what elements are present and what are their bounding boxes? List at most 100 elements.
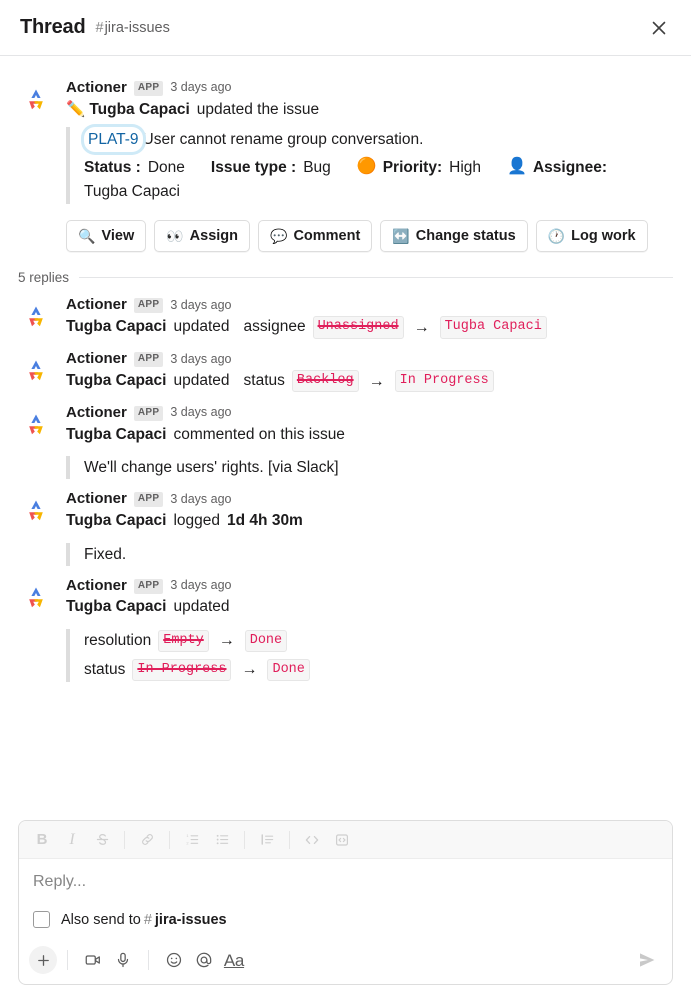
also-send-channel: jira-issues [154, 911, 227, 928]
new-value-chip: Done [267, 658, 310, 681]
breadcrumb-channel[interactable]: # jira-issues [95, 20, 169, 36]
issue-key-link[interactable]: PLAT-9 [84, 127, 143, 153]
app-badge: APP [133, 578, 164, 594]
message-header: Actioner APP 3 days ago [66, 351, 673, 368]
app-badge: APP [133, 405, 164, 421]
timestamp[interactable]: 3 days ago [170, 492, 231, 507]
send-icon[interactable] [632, 946, 662, 974]
reply-message: Actioner APP 3 days ago Tugba Capaci upd… [18, 341, 673, 393]
issue-fields: Status : Done Issue type : Bug 🟠 Priorit… [84, 155, 673, 179]
toolbar-separator [124, 830, 125, 849]
actor-name: Tugba Capaci [66, 372, 167, 390]
log-work-button-label: Log work [571, 227, 636, 244]
assign-button[interactable]: 👀 Assign [154, 219, 250, 253]
app-badge: APP [133, 492, 164, 508]
field-name: resolution [84, 632, 152, 650]
slack-thread-panel: Thread # jira-issues Actioner APP 3 days… [0, 0, 691, 999]
reply-text: Tugba Capaci commented on this issue [66, 424, 673, 447]
actioner-logo-avatar [18, 82, 54, 118]
issue-title-row: PLAT-9 User cannot rename group conversat… [84, 127, 673, 153]
comment-button[interactable]: 💬 Comment [258, 219, 373, 253]
assignee-name: Tugba Capaci [84, 183, 180, 201]
author-name[interactable]: Actioner [66, 79, 127, 97]
view-button-label: View [101, 227, 135, 244]
actor-name: Tugba Capaci [89, 100, 190, 118]
author-name[interactable]: Actioner [66, 491, 127, 508]
bulleted-list-icon[interactable] [207, 827, 237, 853]
code-icon[interactable] [297, 827, 327, 853]
author-name[interactable]: Actioner [66, 577, 127, 595]
timestamp[interactable]: 3 days ago [170, 352, 231, 367]
view-button[interactable]: 🔍 View [66, 219, 147, 253]
issue-field-assignee: 👤 Assignee: [507, 155, 607, 179]
field-name: status [243, 372, 285, 390]
verb: updated [173, 598, 230, 616]
strikethrough-icon[interactable] [87, 827, 117, 853]
app-badge: APP [133, 351, 164, 367]
left-right-arrow-icon: ↔️ [392, 227, 410, 244]
actioner-logo-avatar [18, 493, 54, 529]
message-composer: B I 1 2 Reply... Also send to # jira-iss… [18, 820, 673, 985]
pencil-icon: ✏️ [66, 101, 86, 119]
reply-input[interactable]: Reply... [33, 873, 658, 891]
arrow-icon: → [413, 318, 430, 336]
worklog-quote: Fixed. [66, 542, 673, 566]
text-format-icon[interactable]: Aa [219, 946, 249, 974]
blockquote-icon[interactable] [252, 827, 282, 853]
toolbar-separator [289, 830, 290, 849]
change-row: resolution Empty → Done [84, 629, 673, 653]
composer-box: B I 1 2 Reply... Also send to # jira-iss… [18, 820, 673, 985]
issue-summary: User cannot rename group conversation. [142, 131, 424, 149]
video-icon[interactable] [78, 946, 108, 974]
issue-attachment: PLAT-9 User cannot rename group conversat… [66, 127, 673, 204]
orange-circle-icon: 🟠 [356, 158, 377, 176]
composer-bottom-bar: Aa [19, 938, 672, 984]
bold-icon[interactable]: B [27, 827, 57, 853]
bottom-bar-separator [148, 950, 149, 970]
issue-field-type: Issue type : Bug [211, 156, 331, 179]
old-value-chip: In Progress [132, 658, 232, 681]
reply-body: Actioner APP 3 days ago Tugba Capaci upd… [66, 577, 673, 682]
actor-name: Tugba Capaci [66, 318, 167, 336]
reply-text: Tugba Capaci updated assignee Unassigned… [66, 316, 673, 339]
assign-button-label: Assign [189, 227, 238, 244]
log-work-button[interactable]: 🕐 Log work [535, 219, 648, 253]
eyes-icon: 👀 [166, 227, 184, 244]
change-row: status In Progress → Done [84, 658, 673, 682]
microphone-icon[interactable] [108, 946, 138, 974]
reply-input-area[interactable]: Reply... [19, 859, 672, 895]
also-send-checkbox[interactable] [33, 911, 50, 928]
timestamp[interactable]: 3 days ago [170, 578, 231, 593]
reply-text: Tugba Capaci logged 1d 4h 30m [66, 510, 673, 533]
timestamp[interactable]: 3 days ago [170, 81, 231, 95]
verb: commented on this issue [173, 425, 345, 443]
author-name[interactable]: Actioner [66, 351, 127, 368]
timestamp[interactable]: 3 days ago [170, 298, 231, 313]
code-block-icon[interactable] [327, 827, 357, 853]
comment-quote: We'll change users' rights. [via Slack] [66, 456, 673, 480]
issue-action-buttons: 🔍 View 👀 Assign 💬 Comment ↔️ Change stat… [66, 219, 673, 253]
priority-value: High [449, 158, 482, 176]
channel-name: jira-issues [104, 19, 170, 36]
issue-type-value: Bug [303, 158, 331, 176]
replies-count: 5 replies [18, 270, 70, 286]
link-icon[interactable] [132, 827, 162, 853]
formatting-toolbar: B I 1 2 [19, 821, 672, 859]
emoji-icon[interactable] [159, 946, 189, 974]
plus-icon[interactable] [29, 946, 57, 974]
actioner-logo-avatar [18, 299, 54, 335]
author-name[interactable]: Actioner [66, 297, 127, 314]
ordered-list-icon[interactable]: 1 2 [177, 827, 207, 853]
italic-icon[interactable]: I [57, 827, 87, 853]
app-badge: APP [133, 80, 164, 96]
timestamp[interactable]: 3 days ago [170, 406, 231, 420]
mention-icon[interactable] [189, 946, 219, 974]
svg-text:2: 2 [186, 841, 188, 846]
verb: logged [173, 511, 221, 529]
reply-body: Actioner APP 3 days ago Tugba Capaci com… [66, 405, 673, 480]
author-name[interactable]: Actioner [66, 405, 127, 422]
assignee-label: Assignee: [532, 158, 608, 176]
also-send-row: Also send to # jira-issues [19, 895, 672, 938]
change-status-button[interactable]: ↔️ Change status [380, 219, 528, 253]
close-icon[interactable] [645, 14, 673, 42]
